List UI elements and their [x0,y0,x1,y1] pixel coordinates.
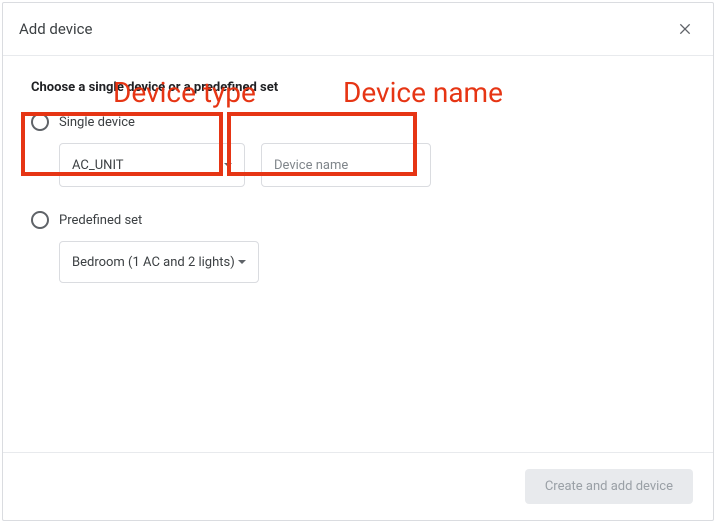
chevron-down-icon [238,260,246,264]
predefined-set-option[interactable]: Predefined set [31,211,685,229]
section-label: Choose a single device or a predefined s… [31,80,685,95]
predefined-set-select[interactable]: Bedroom (1 AC and 2 lights) [59,241,259,283]
add-device-dialog: Add device Choose a single device or a p… [2,2,714,521]
close-icon [677,21,693,37]
chevron-down-icon [224,163,232,167]
dialog-header: Add device [3,3,713,56]
create-add-device-button[interactable]: Create and add device [525,469,693,504]
dialog-title: Add device [19,20,92,38]
predefined-set-label: Predefined set [59,213,142,228]
close-button[interactable] [673,17,697,41]
dialog-body: Choose a single device or a predefined s… [3,56,713,452]
device-name-input[interactable] [261,143,431,187]
device-type-select[interactable]: AC_UNIT [59,143,245,187]
single-device-option[interactable]: Single device [31,113,685,131]
device-type-value: AC_UNIT [72,158,224,173]
radio-single-device[interactable] [31,113,49,131]
dialog-footer: Create and add device [3,452,713,520]
single-device-label: Single device [59,115,135,130]
radio-predefined-set[interactable] [31,211,49,229]
predefined-set-value: Bedroom (1 AC and 2 lights) [72,255,238,270]
